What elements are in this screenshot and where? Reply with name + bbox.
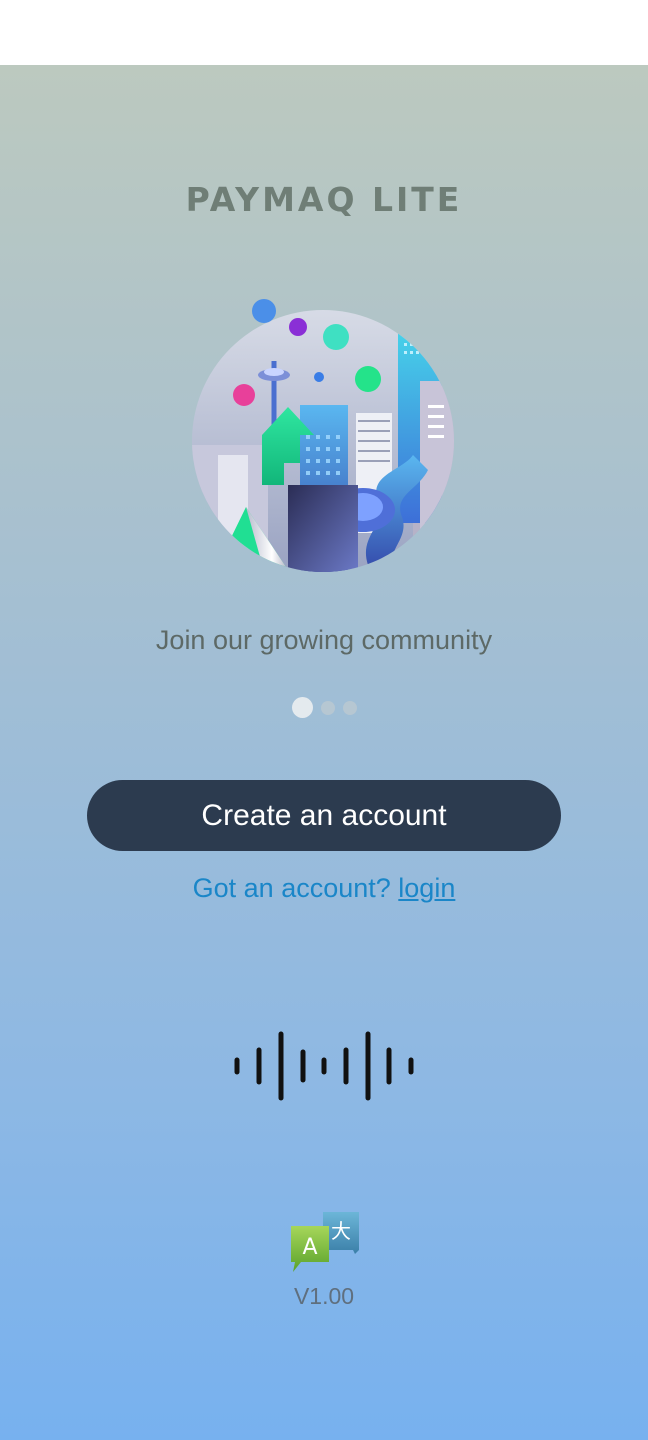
page-dot-1[interactable] (291, 697, 313, 718)
page-dot-2[interactable] (320, 700, 335, 715)
city-illustration (192, 299, 454, 572)
status-bar (0, 0, 648, 65)
translate-icon[interactable]: 大 A (289, 1210, 361, 1274)
page-indicator (0, 697, 648, 718)
svg-text:A: A (302, 1235, 317, 1260)
page-dot-3[interactable] (342, 700, 357, 715)
sound-wave-icon[interactable] (230, 1030, 418, 1102)
create-account-button[interactable]: Create an account (87, 780, 561, 851)
onboarding-tagline: Join our growing community (155, 625, 493, 655)
app-title: PAYMAQ LITE (185, 180, 463, 219)
onboarding-screen: PAYMAQ LITE Join our growing community C… (0, 65, 648, 1440)
app-version: V1.00 (293, 1283, 355, 1309)
login-link[interactable]: login (398, 873, 455, 903)
login-prompt: Got an account? (192, 873, 391, 903)
login-row: Got an account? login (0, 873, 648, 904)
svg-text:大: 大 (331, 1219, 351, 1243)
